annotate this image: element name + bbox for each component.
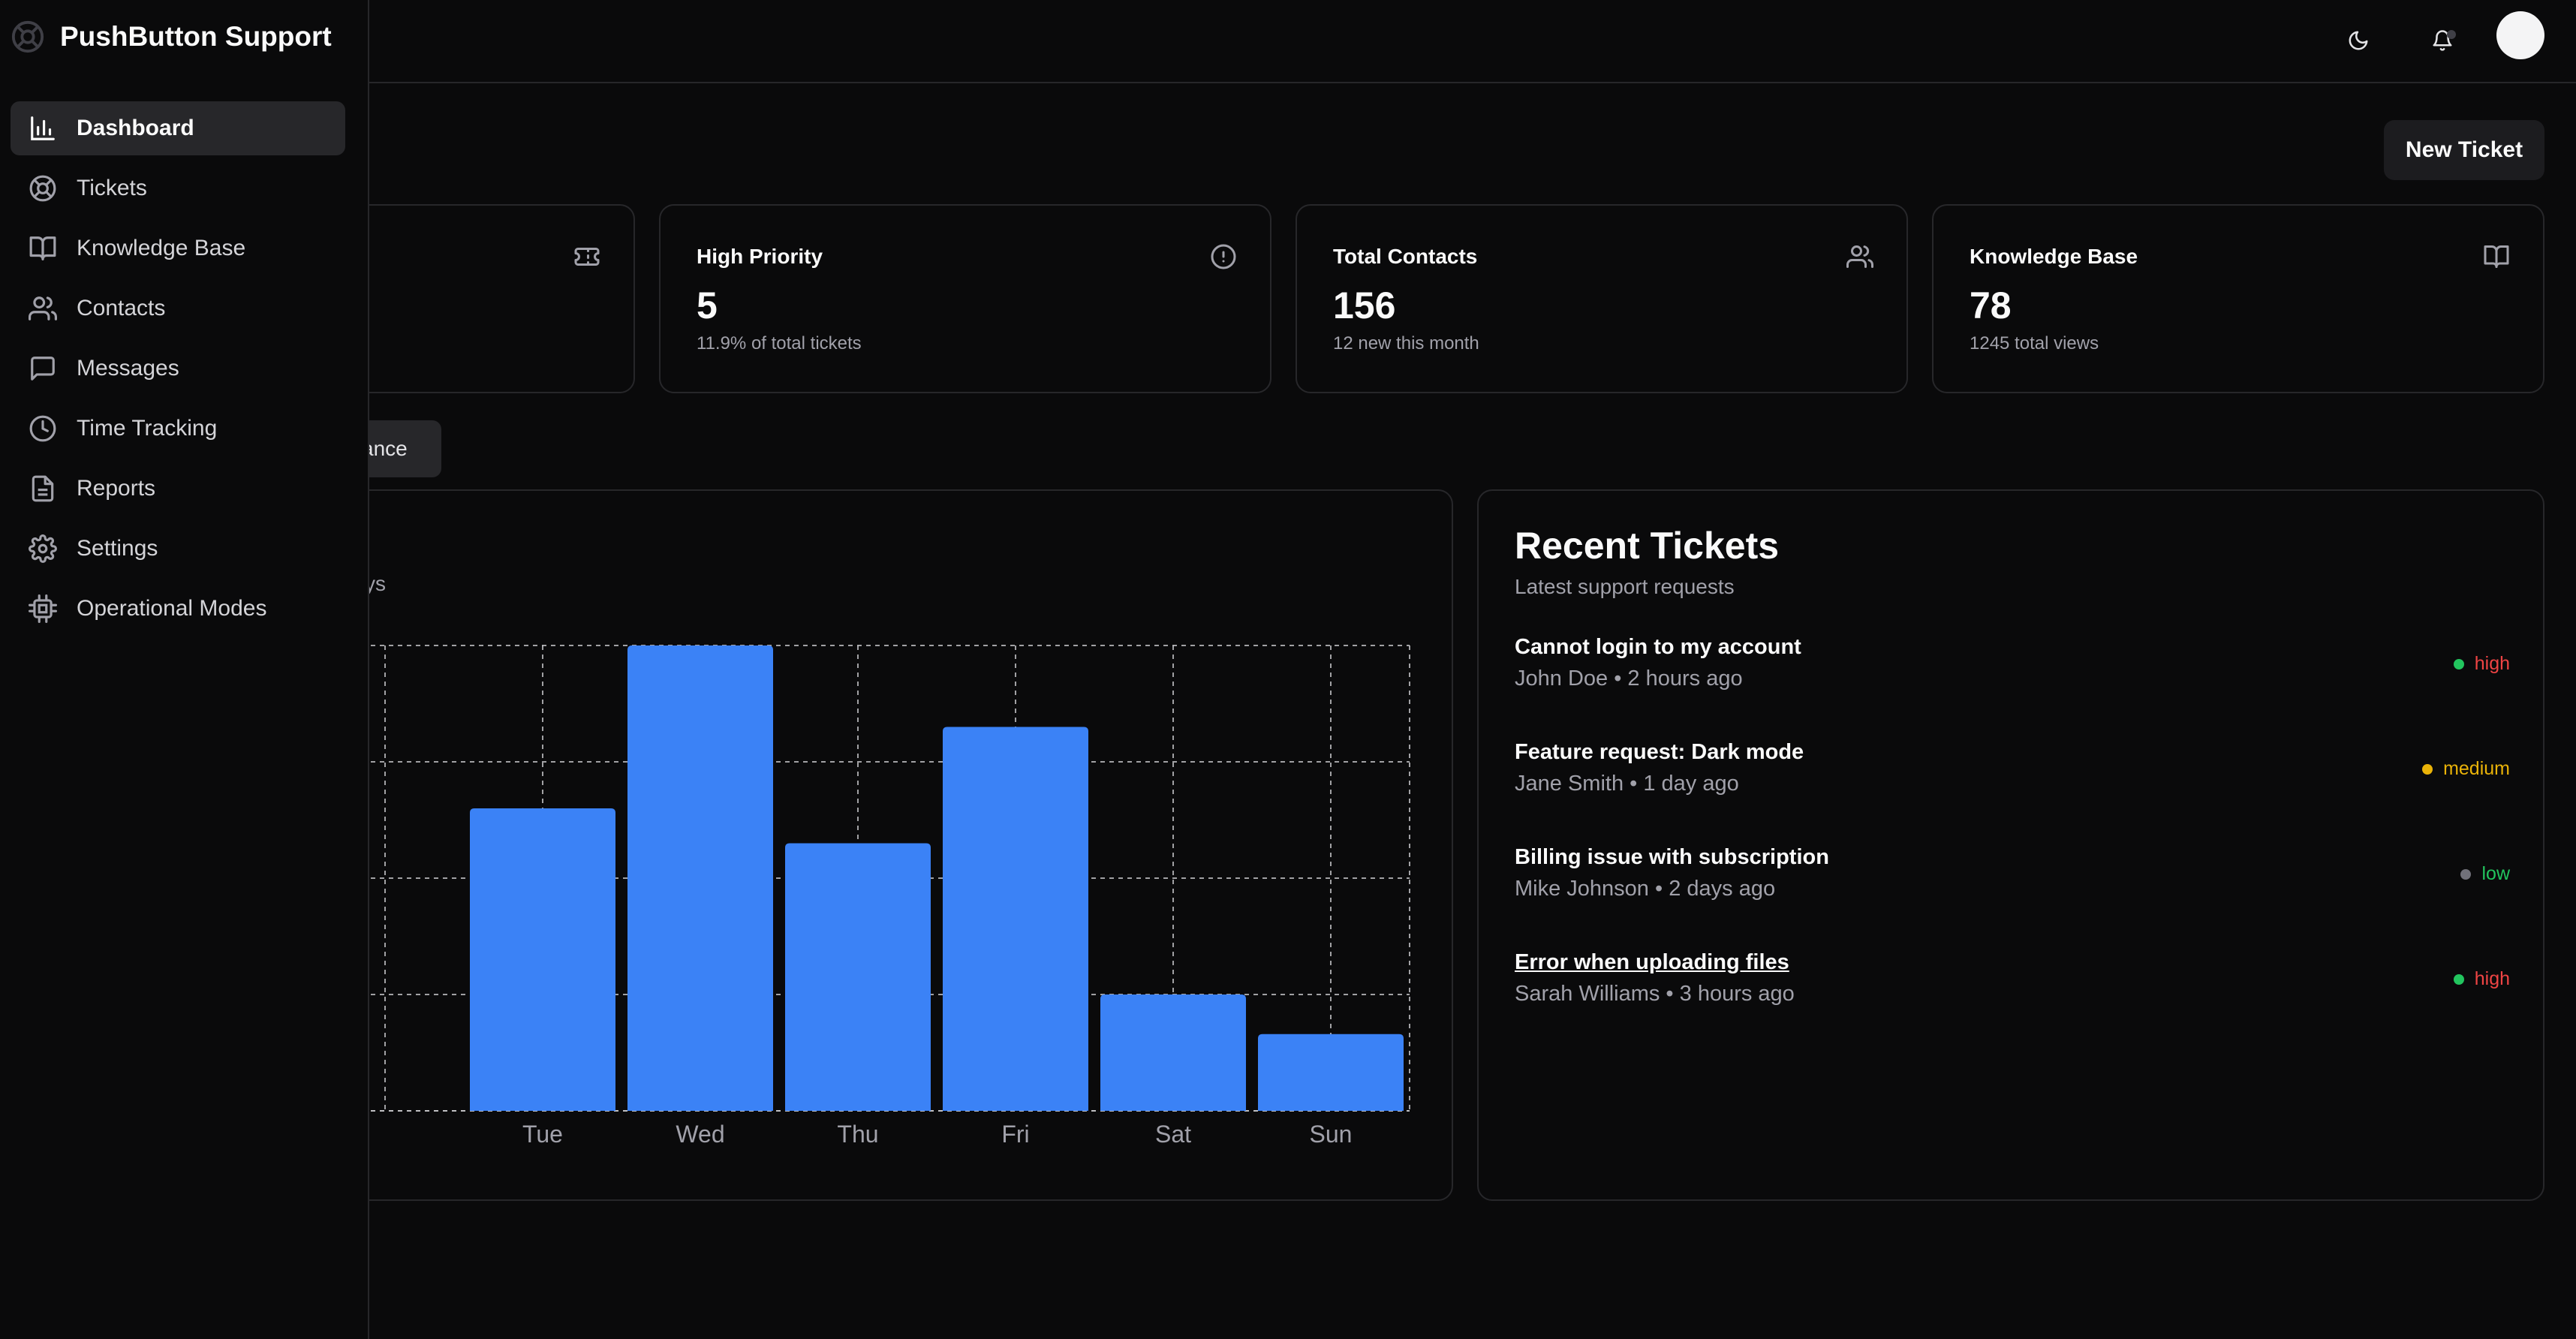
sidebar-item-operational-modes[interactable]: Operational Modes: [11, 582, 345, 636]
stat-title: High Priority: [697, 245, 823, 268]
ticket-meta: John Doe • 2 hours ago: [1515, 666, 1743, 691]
sidebar-item-dashboard[interactable]: Dashboard: [11, 101, 345, 155]
x-tick-label: Thu: [837, 1121, 878, 1148]
chart-card: ys Tue Wed Thu Fri Sat Sun: [315, 489, 1453, 1201]
stat-value: 78: [1970, 284, 2012, 326]
status-dot: [2422, 763, 2433, 775]
bar-chart: Tue Wed Thu Fri Sat Sun: [317, 645, 1410, 1148]
book-icon: [29, 236, 56, 260]
stat-subtext: 1245 total views: [1970, 333, 2099, 354]
stat-subtext: 11.9% of total tickets: [697, 333, 862, 354]
sidebar: PushButton Support Dashboard Tickets Kno…: [0, 0, 369, 1339]
clock-icon: [29, 415, 56, 442]
sidebar-item-label: Contacts: [77, 296, 166, 320]
stat-subtext: 12 new this month: [1333, 333, 1479, 354]
new-ticket-button[interactable]: New Ticket: [2384, 120, 2544, 180]
sidebar-item-label: Operational Modes: [77, 596, 267, 621]
book-open-icon: [2484, 245, 2509, 268]
top-header: [0, 0, 2576, 83]
ticket-title[interactable]: Billing issue with subscription: [1515, 845, 1829, 870]
users-icon: [29, 296, 57, 320]
sidebar-item-label: Reports: [77, 476, 156, 501]
stat-title: Knowledge Base: [1970, 245, 2138, 268]
x-tick-label: Fri: [1001, 1121, 1029, 1148]
x-tick-label: Wed: [676, 1121, 724, 1148]
ticket-item[interactable]: Feature request: Dark mode Jane Smith • …: [1515, 740, 2510, 815]
ticket-meta: Jane Smith • 1 day ago: [1515, 772, 1739, 796]
priority-badge: low: [2460, 863, 2510, 885]
alert-circle-icon: [1211, 244, 1236, 269]
sidebar-item-label: Messages: [77, 356, 179, 381]
lifebuoy-icon: [29, 175, 56, 202]
users-icon: [1846, 245, 1873, 268]
stat-value: 156: [1333, 284, 1396, 326]
bar-chart-icon: [31, 116, 55, 140]
stat-title: Total Contacts: [1333, 245, 1478, 268]
status-dot: [2453, 658, 2464, 670]
user-avatar[interactable]: [2496, 11, 2544, 59]
priority-badge: medium: [2422, 758, 2510, 780]
priority-label: high: [2474, 968, 2510, 989]
stat-card-high-priority: High Priority 5 11.9% of total tickets: [659, 204, 1271, 393]
sidebar-item-messages[interactable]: Messages: [11, 342, 345, 396]
priority-badge: high: [2453, 968, 2510, 990]
x-tick-label: Tue: [522, 1121, 563, 1148]
ticket-item[interactable]: Cannot login to my account John Doe • 2 …: [1515, 635, 2510, 710]
sidebar-item-settings[interactable]: Settings: [11, 522, 345, 576]
priority-badge: high: [2453, 653, 2510, 675]
recent-tickets-subtitle: Latest support requests: [1515, 575, 1735, 598]
sidebar-item-label: Time Tracking: [77, 416, 218, 441]
cpu-icon: [29, 594, 57, 623]
ticket-item[interactable]: Billing issue with subscription Mike Joh…: [1515, 845, 2510, 920]
chart-bar: [943, 727, 1088, 1111]
message-icon: [31, 357, 55, 381]
ticket-meta: Mike Johnson • 2 days ago: [1515, 877, 1776, 901]
ticket-icon: [574, 248, 600, 266]
status-dot: [2453, 973, 2464, 985]
sidebar-item-time-tracking[interactable]: Time Tracking: [11, 402, 345, 456]
priority-label: low: [2481, 863, 2510, 884]
logo-icon: [11, 20, 44, 53]
stat-value: 5: [697, 284, 718, 326]
sidebar-item-label: Knowledge Base: [77, 236, 246, 260]
notification-dot: [2447, 30, 2456, 39]
chart-bar: [1100, 994, 1246, 1111]
recent-tickets-title: Recent Tickets: [1515, 525, 1780, 567]
sidebar-item-label: Settings: [77, 536, 158, 561]
file-text-icon: [32, 475, 54, 502]
chart-bar: [785, 843, 931, 1111]
priority-label: medium: [2443, 758, 2510, 779]
stat-card-total-contacts: Total Contacts 156 12 new this month: [1296, 204, 1908, 393]
ticket-title[interactable]: Error when uploading files: [1515, 950, 1789, 975]
sidebar-item-label: Dashboard: [77, 116, 194, 140]
chart-bar: [470, 808, 615, 1111]
recent-tickets-card: Recent Tickets Latest support requests C…: [1477, 489, 2544, 1201]
ticket-title[interactable]: Cannot login to my account: [1515, 635, 1801, 660]
ticket-meta: Sarah Williams • 3 hours ago: [1515, 982, 1795, 1006]
sidebar-item-knowledge-base[interactable]: Knowledge Base: [11, 221, 345, 275]
brand[interactable]: PushButton Support: [11, 20, 332, 54]
notifications-button[interactable]: [2421, 20, 2463, 62]
priority-label: high: [2474, 653, 2510, 674]
theme-toggle-button[interactable]: [2337, 20, 2379, 62]
ticket-title[interactable]: Feature request: Dark mode: [1515, 740, 1804, 765]
moon-icon: [2349, 31, 2368, 50]
sidebar-item-label: Tickets: [77, 176, 147, 200]
chart-bar: [1258, 1034, 1404, 1111]
stat-card-knowledge-base: Knowledge Base 78 1245 total views: [1932, 204, 2544, 393]
sidebar-item-reports[interactable]: Reports: [11, 462, 345, 516]
x-tick-label: Sun: [1310, 1121, 1353, 1148]
sidebar-item-contacts[interactable]: Contacts: [11, 281, 345, 336]
ticket-item[interactable]: Error when uploading files Sarah William…: [1515, 950, 2510, 1025]
brand-name: PushButton Support: [60, 21, 332, 52]
status-dot: [2460, 868, 2472, 880]
sidebar-item-tickets[interactable]: Tickets: [11, 161, 345, 215]
x-tick-label: Sat: [1155, 1121, 1191, 1148]
gear-icon: [29, 534, 57, 563]
chart-bar: [627, 645, 773, 1111]
